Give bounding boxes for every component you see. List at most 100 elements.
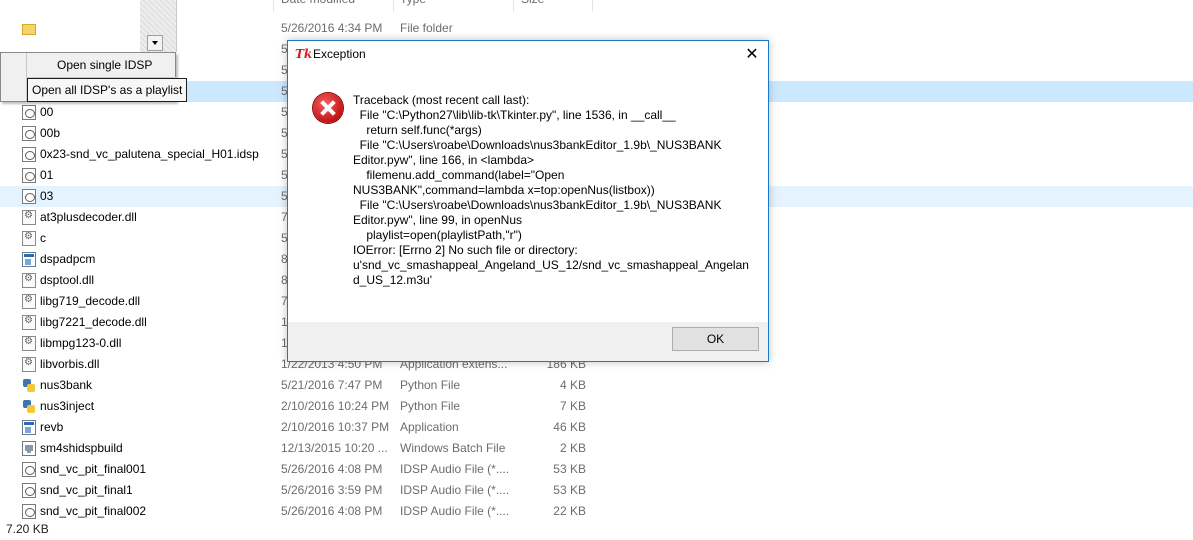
dialog-body: Traceback (most recent call last): File … [288, 68, 768, 322]
error-message-line: NUS3BANK",command=lambda x=top:openNus(l… [353, 183, 655, 197]
file-date: 5/26/2016 4:34 PM [281, 21, 383, 35]
file-type: IDSP Audio File (*.... [400, 504, 510, 518]
column-divider [513, 0, 514, 12]
audio-file-icon [22, 105, 36, 120]
file-date: 2/10/2016 10:24 PM [281, 399, 390, 413]
file-type: Python File [400, 399, 461, 413]
dialog-titlebar[interactable]: Tk Exception ✕ [288, 41, 768, 68]
dll-file-icon [22, 357, 36, 372]
error-message-line: Editor.pyw", line 99, in openNus [353, 213, 523, 227]
dialog-title: Exception [313, 47, 366, 61]
file-type: Application [400, 420, 459, 434]
file-size: 2 KB [559, 441, 586, 455]
audio-file-icon [22, 504, 36, 519]
table-row[interactable]: sm4shidspbuild 12/13/2015 10:20 ... Window… [0, 438, 1193, 459]
file-date: 5/21/2016 7:47 PM [281, 378, 383, 392]
error-message-line: u'snd_vc_smashappeal_Angeland_US_12/snd_… [353, 258, 749, 272]
column-divider [592, 0, 593, 12]
file-name: dspadpcm [40, 252, 96, 266]
batch-file-icon [22, 441, 36, 456]
file-type: IDSP Audio File (*.... [400, 483, 510, 497]
table-row[interactable]: nus3inject 2/10/2016 10:24 PM Python File 7… [0, 396, 1193, 417]
chevron-down-icon[interactable] [147, 35, 163, 51]
error-icon [313, 93, 343, 123]
file-name: revb [40, 420, 64, 434]
file-date: 2/10/2016 10:37 PM [281, 420, 390, 434]
error-message-line: Editor.pyw", line 166, in <lambda> [353, 153, 535, 167]
file-name: 03 [40, 189, 54, 203]
file-name: 0x23-snd_vc_palutena_special_H01.idsp [40, 147, 259, 161]
file-name: libg7221_decode.dll [40, 315, 147, 329]
error-message-line: return self.func(*args) [353, 123, 482, 137]
audio-file-icon [22, 189, 36, 204]
file-name: sm4shidspbuild [40, 441, 123, 455]
dll-file-icon [22, 315, 36, 330]
file-name: snd_vc_pit_final1 [40, 483, 133, 497]
file-size: 4 KB [559, 378, 586, 392]
menu-item-open-single-idsp[interactable]: Open single IDSP [53, 53, 156, 77]
menu-item-open-all-playlist[interactable]: Open all IDSP's as a playlist [27, 78, 188, 102]
error-message-line: filemenu.add_command(label="Open [353, 168, 565, 182]
column-divider [393, 0, 394, 12]
error-message-line: File "C:\Users\roabe\Downloads\nus3bankE… [353, 198, 722, 212]
file-date: 5/26/2016 4:08 PM [281, 504, 383, 518]
column-header-date[interactable]: Date modified [281, 0, 355, 12]
file-name: dsptool.dll [40, 273, 95, 287]
file-name: c [40, 231, 46, 245]
dll-file-icon [22, 273, 36, 288]
table-row[interactable]: revb 2/10/2016 10:37 PM Application 46 KB [0, 417, 1193, 438]
python-file-icon [22, 399, 36, 414]
file-size: 53 KB [553, 462, 586, 476]
context-menu: Open single IDSP Open all IDSP's as a pl… [0, 52, 188, 102]
exception-dialog: Tk Exception ✕ Traceback (most recent ca… [287, 40, 769, 362]
error-message-line: File "C:\Users\roabe\Downloads\nus3bankE… [353, 138, 722, 152]
dll-file-icon [22, 231, 36, 246]
audio-file-icon [22, 483, 36, 498]
error-message: Traceback (most recent call last): File … [353, 93, 753, 288]
table-row[interactable]: snd_vc_pit_final001 5/26/2016 4:08 PM IDSP… [0, 459, 1193, 480]
file-name: libvorbis.dll [40, 357, 100, 371]
file-type: File folder [400, 21, 453, 35]
file-date: 5/26/2016 3:59 PM [281, 483, 383, 497]
application-icon [22, 420, 36, 435]
error-message-line: Traceback (most recent call last): [353, 93, 530, 107]
column-divider [273, 0, 274, 12]
table-row[interactable]: snd_vc_pit_final002 5/26/2016 4:08 PM IDSP… [0, 501, 1193, 522]
file-size: 53 KB [553, 483, 586, 497]
column-header-size[interactable]: Size [521, 0, 544, 12]
file-name: at3plusdecoder.dll [40, 210, 137, 224]
close-icon[interactable]: ✕ [736, 41, 768, 68]
table-row[interactable]: 5/26/2016 4:34 PM File folder [0, 18, 1193, 39]
error-message-line: d_US_12.m3u' [353, 273, 433, 287]
file-name: nus3inject [40, 399, 95, 413]
file-type: Python File [400, 378, 461, 392]
file-name: nus3bank [40, 378, 93, 392]
column-header-type[interactable]: Type [400, 0, 426, 12]
dll-file-icon [22, 294, 36, 309]
error-message-line: playlist=open(playlistPath,"r") [353, 228, 522, 242]
dialog-footer: OK [288, 322, 768, 361]
audio-file-icon [22, 168, 36, 183]
table-row[interactable]: snd_vc_pit_final1 5/26/2016 3:59 PM IDSP A… [0, 480, 1193, 501]
ok-button[interactable]: OK [672, 327, 759, 351]
table-row[interactable]: nus3bank 5/21/2016 7:47 PM Python File 4 KB [0, 375, 1193, 396]
file-type: Windows Batch File [400, 441, 506, 455]
application-icon [22, 252, 36, 267]
audio-file-icon [22, 126, 36, 141]
file-date: 12/13/2015 10:20 ... [281, 441, 388, 455]
file-type: IDSP Audio File (*.... [400, 462, 510, 476]
dll-file-icon [22, 210, 36, 225]
file-name: 01 [40, 168, 54, 182]
file-name: libg719_decode.dll [40, 294, 141, 308]
file-date: 5/26/2016 4:08 PM [281, 462, 383, 476]
error-message-line: File "C:\Python27\lib\lib-tk\Tkinter.py"… [353, 108, 676, 122]
file-name: 00b [40, 126, 61, 140]
file-size: 46 KB [553, 420, 586, 434]
folder-icon [22, 24, 36, 35]
file-size: 7 KB [559, 399, 586, 413]
error-message-line: IOError: [Errno 2] No such file or direc… [353, 243, 578, 257]
dll-file-icon [22, 336, 36, 351]
python-file-icon [22, 378, 36, 393]
audio-file-icon [22, 147, 36, 162]
file-name: snd_vc_pit_final002 [40, 504, 147, 518]
